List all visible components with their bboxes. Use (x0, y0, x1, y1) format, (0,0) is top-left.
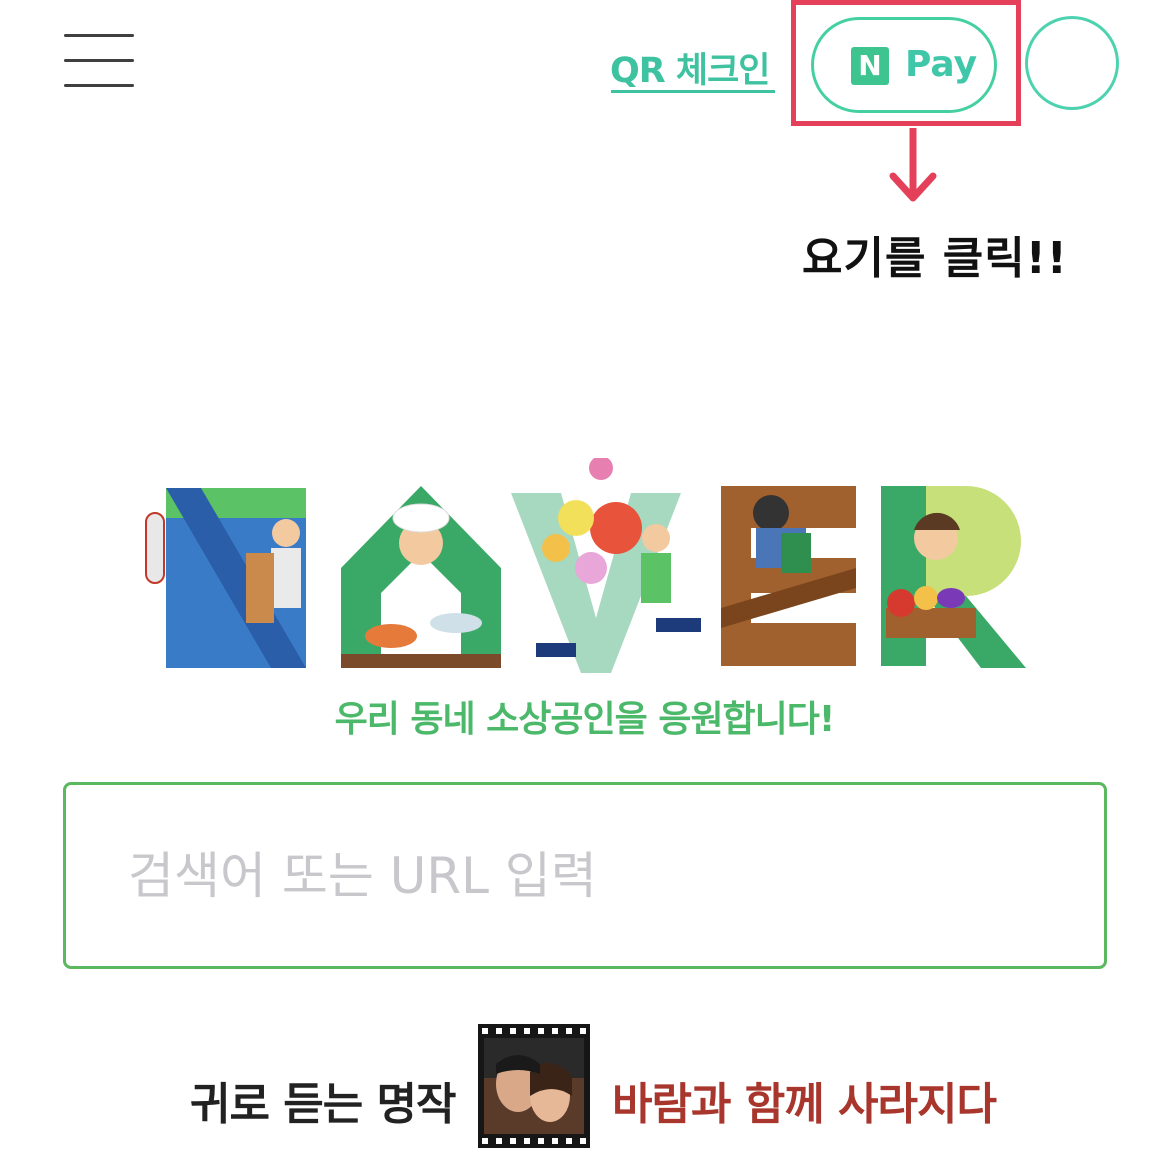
promo-label: 귀로 듣는 명작 (190, 1079, 457, 1130)
search-input[interactable] (126, 835, 1050, 917)
promo-title-link[interactable]: 바람과 함께 사라지다 (612, 1068, 997, 1132)
profile-avatar-button[interactable] (1025, 16, 1119, 110)
logo-letter-v-illustration (511, 458, 701, 673)
logo-letter-e-illustration (721, 486, 856, 666)
logo-letter-n-illustration (145, 488, 306, 668)
qr-checkin-underline (611, 90, 775, 93)
down-arrow-icon (889, 128, 937, 202)
annotation-text: 요기를 클릭!! (802, 233, 1068, 284)
hamburger-menu-button[interactable] (62, 28, 138, 92)
qr-checkin-link[interactable]: QR 체크인 (610, 42, 770, 91)
film-thumbnail-image[interactable] (478, 1024, 590, 1148)
hamburger-menu-icon-bar (64, 59, 134, 62)
hamburger-menu-icon-bar (64, 34, 134, 37)
logo-slogan: 우리 동네 소상공인을 응원합니다! (334, 699, 836, 740)
promo-row[interactable]: 귀로 듣는 명작 바람과 함께 사라지다 (0, 1024, 1169, 1150)
naver-illustrated-logo[interactable] (136, 458, 1026, 673)
annotation-highlight-box (791, 0, 1021, 126)
logo-letter-r-illustration (881, 486, 1026, 668)
search-box[interactable] (63, 782, 1107, 969)
hamburger-menu-icon-bar (64, 84, 134, 87)
logo-letter-a-illustration (341, 486, 501, 668)
